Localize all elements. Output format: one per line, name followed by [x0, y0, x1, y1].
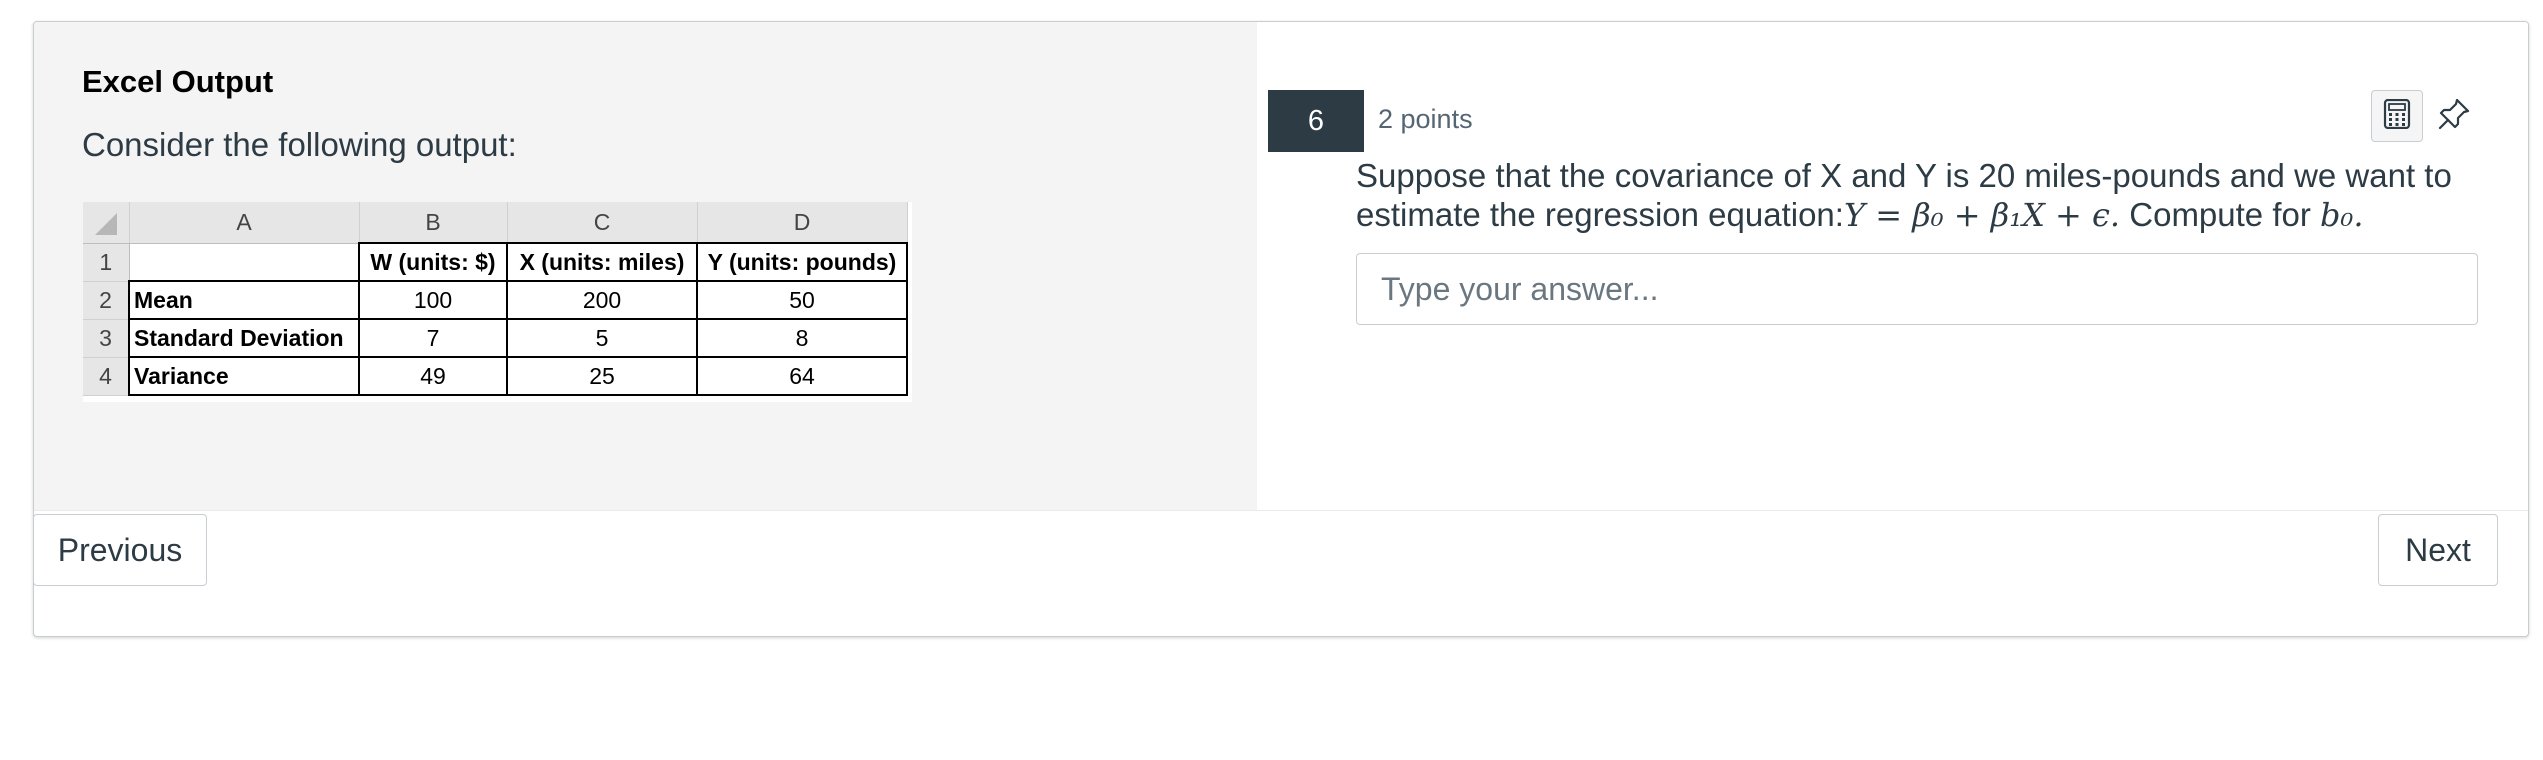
stimulus-title: Excel Output — [82, 64, 274, 99]
table-cell: 200 — [506, 280, 698, 320]
table-header-cell: Y (units: pounds) — [696, 242, 908, 282]
row-label: Variance — [128, 356, 360, 396]
row-number: 4 — [83, 357, 130, 396]
target-coefficient: b₀. — [2320, 196, 2364, 234]
column-header: A — [129, 202, 360, 244]
stimulus-panel: Excel Output Consider the following outp… — [34, 22, 1257, 510]
table-cell: 49 — [358, 356, 508, 396]
table-row: 4 Variance 49 25 64 — [83, 356, 908, 396]
column-header: C — [507, 202, 698, 244]
table-header-cell: W (units: $) — [358, 242, 508, 282]
pin-button[interactable] — [2432, 94, 2476, 138]
table-cell: 50 — [696, 280, 908, 320]
calculator-icon — [2383, 98, 2411, 134]
row-number: 2 — [83, 281, 130, 320]
column-header-row: A B C D — [83, 202, 908, 244]
table-cell: 100 — [358, 280, 508, 320]
pin-icon — [2437, 97, 2471, 136]
table-cell: 64 — [696, 356, 908, 396]
table-row: 2 Mean 100 200 50 — [83, 280, 908, 320]
footer-divider — [34, 510, 2528, 511]
row-label: Standard Deviation — [128, 318, 360, 358]
row-number: 1 — [83, 243, 130, 282]
select-all-corner — [83, 202, 130, 244]
stimulus-intro: Consider the following output: — [82, 126, 517, 163]
table-cell: 7 — [358, 318, 508, 358]
answer-input[interactable] — [1356, 253, 2478, 325]
question-points: 2 points — [1378, 104, 1473, 134]
row-label: Mean — [128, 280, 360, 320]
column-header: D — [697, 202, 908, 244]
table-row: 1 W (units: $) X (units: miles) Y (units… — [83, 242, 908, 282]
row-number: 3 — [83, 319, 130, 358]
table-cell: 8 — [696, 318, 908, 358]
excel-output-table: A B C D 1 W (units: $) X (units: miles) … — [83, 202, 912, 402]
table-cell: 5 — [506, 318, 698, 358]
regression-equation: Y = β₀ + β₁X + ϵ. — [1843, 196, 2121, 234]
column-header: B — [359, 202, 508, 244]
previous-button[interactable]: Previous — [33, 514, 207, 586]
question-text-middle: Compute for — [2120, 196, 2321, 233]
table-cell — [129, 243, 360, 282]
question-number-badge: 6 — [1268, 90, 1364, 152]
table-cell: 25 — [506, 356, 698, 396]
calculator-button[interactable] — [2371, 90, 2423, 142]
question-text: Suppose that the covariance of X and Y i… — [1356, 156, 2466, 235]
next-button[interactable]: Next — [2378, 514, 2498, 586]
table-row: 3 Standard Deviation 7 5 8 — [83, 318, 908, 358]
table-header-cell: X (units: miles) — [506, 242, 698, 282]
